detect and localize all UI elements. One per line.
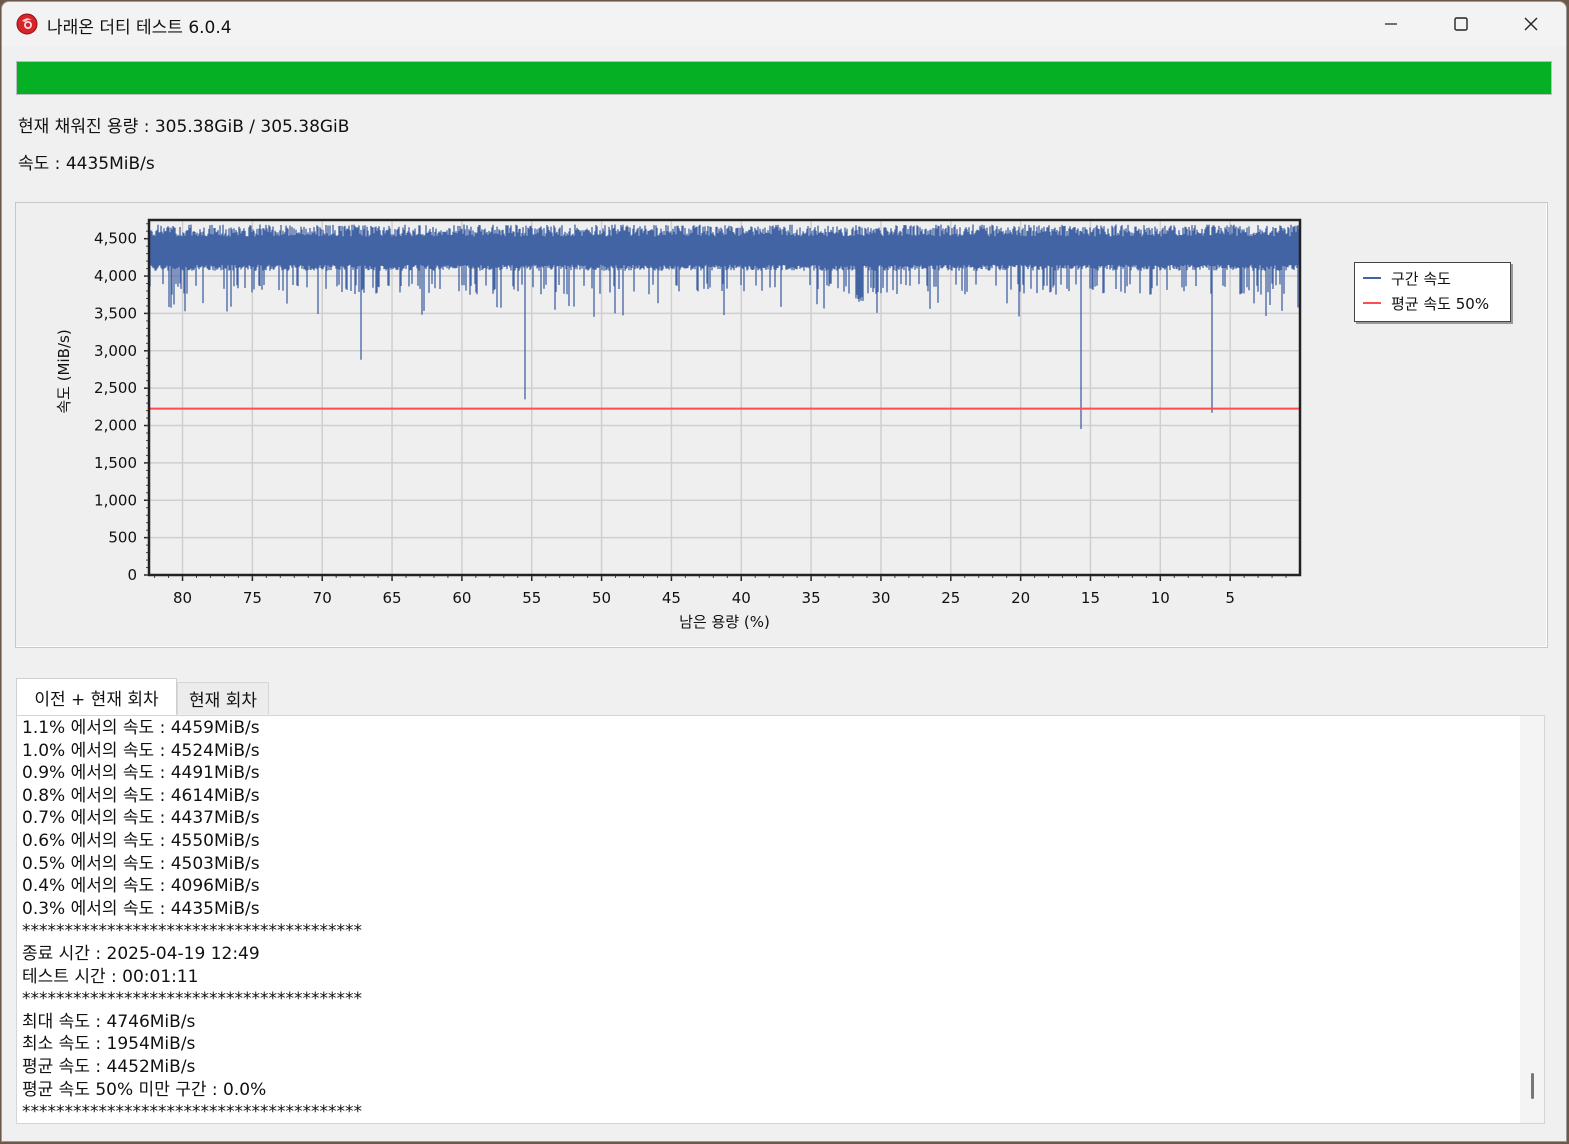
y-tick-label: 2,000: [94, 417, 137, 435]
progress-bar: [16, 61, 1552, 95]
log-line: 최소 속도 : 1954MiB/s: [22, 1034, 196, 1055]
log-line: 1.1% 에서의 속도 : 4459MiB/s: [22, 718, 260, 738]
x-tick-label: 35: [802, 589, 821, 607]
log-line: 최대 속도 : 4746MiB/s: [22, 1011, 196, 1032]
log-line: 평균 속도 50% 미만 구간 : 0.0%: [22, 1079, 267, 1100]
speed-label: 속도 : 4435MiB/s: [18, 154, 155, 174]
log-line: 종료 시간 : 2025-04-19 12:49: [22, 943, 260, 964]
maximize-button[interactable]: [1426, 2, 1496, 46]
y-tick-label: 3,000: [94, 342, 137, 360]
speed-chart: 0 500 1,000 1,500 2,000 2,500 3,000 3,500 4,000 4…: [55, 218, 1302, 631]
x-tick-label: 10: [1151, 589, 1170, 607]
legend-swatch-interval: [1363, 277, 1381, 279]
y-tick-label: 0: [127, 566, 137, 584]
progress-fill: [17, 62, 1551, 94]
title-bar[interactable]: 나래온 더티 테스트 6.0.4: [2, 2, 1566, 46]
log-line: 0.6% 에서의 속도 : 4550MiB/s: [22, 830, 260, 851]
log-line: 0.9% 에서의 속도 : 4491MiB/s: [22, 763, 260, 784]
legend-label-average: 평균 속도 50%: [1391, 294, 1490, 313]
app-logo-icon: [16, 13, 38, 35]
log-line: 0.7% 에서의 속도 : 4437MiB/s: [22, 808, 260, 829]
y-tick-label: 1,000: [94, 491, 137, 509]
x-tick-label: 40: [732, 589, 751, 607]
y-tick-label: 4,500: [94, 230, 137, 248]
log-line: 평균 속도 : 4452MiB/s: [22, 1056, 196, 1077]
x-tick-label: 80: [173, 589, 192, 607]
x-tick-label: 15: [1081, 589, 1100, 607]
tab-current[interactable]: 현재 회차: [177, 682, 269, 714]
legend-item-interval-speed: 구간 속도: [1363, 267, 1451, 289]
x-tick-label: 45: [662, 589, 681, 607]
y-tick-label: 3,500: [94, 304, 137, 322]
log-lines: 1.1% 에서의 속도 : 4459MiB/s 1.0% 에서의 속도 : 452…: [22, 717, 362, 1123]
log-textbox[interactable]: 1.1% 에서의 속도 : 4459MiB/s 1.0% 에서의 속도 : 452…: [16, 715, 1545, 1124]
x-tick-label: 20: [1011, 589, 1030, 607]
x-tick-label: 70: [313, 589, 332, 607]
log-line: ****************************************: [22, 1102, 362, 1123]
log-line: 0.3% 에서의 속도 : 4435MiB/s: [22, 898, 260, 919]
minimize-button[interactable]: [1356, 2, 1426, 46]
y-tick-label: 1,500: [94, 454, 137, 472]
legend-label-interval: 구간 속도: [1391, 269, 1451, 288]
close-icon: [1524, 17, 1538, 31]
x-tick-label: 75: [243, 589, 262, 607]
app-window: 나래온 더티 테스트 6.0.4 현재 채워진 용량 : 305.38GiB /…: [1, 1, 1567, 1142]
minimize-icon: [1385, 23, 1397, 25]
close-button[interactable]: [1496, 2, 1566, 46]
x-tick-label: 65: [383, 589, 402, 607]
x-tick-label: 50: [592, 589, 611, 607]
maximize-icon: [1454, 17, 1468, 31]
x-axis-label: 남은 용량 (%): [679, 613, 770, 631]
y-axis-label: 속도 (MiB/s): [55, 329, 73, 413]
y-tick-label: 500: [108, 529, 137, 547]
legend-swatch-average: [1363, 302, 1381, 304]
log-line: 0.5% 에서의 속도 : 4503MiB/s: [22, 853, 260, 874]
log-line: 0.4% 에서의 속도 : 4096MiB/s: [22, 876, 260, 897]
log-line: 1.0% 에서의 속도 : 4524MiB/s: [22, 740, 260, 761]
x-tick-label: 30: [871, 589, 890, 607]
log-line: ****************************************: [22, 921, 362, 942]
legend-item-average-speed: 평균 속도 50%: [1363, 292, 1489, 314]
speed-chart-panel: 0 500 1,000 1,500 2,000 2,500 3,000 3,500 4,000 4…: [15, 202, 1548, 648]
filled-capacity-label: 현재 채워진 용량 : 305.38GiB / 305.38GiB: [18, 117, 350, 137]
log-line: 테스트 시간 : 00:01:11: [22, 966, 199, 987]
log-scrollbar[interactable]: [1520, 716, 1544, 1123]
x-tick-label: 25: [941, 589, 960, 607]
y-tick-label: 2,500: [94, 379, 137, 397]
log-line: ****************************************: [22, 989, 362, 1010]
y-tick-label: 4,000: [94, 267, 137, 285]
x-tick-label: 5: [1225, 589, 1235, 607]
chart-legend: 구간 속도 평균 속도 50%: [1354, 262, 1511, 322]
x-tick-label: 55: [522, 589, 541, 607]
log-line: 0.8% 에서의 속도 : 4614MiB/s: [22, 785, 260, 806]
tab-previous-current[interactable]: 이전 + 현재 회차: [16, 678, 177, 715]
window-title: 나래온 더티 테스트 6.0.4: [47, 18, 232, 38]
scrollbar-thumb[interactable]: [1531, 1073, 1534, 1099]
x-tick-label: 60: [452, 589, 471, 607]
